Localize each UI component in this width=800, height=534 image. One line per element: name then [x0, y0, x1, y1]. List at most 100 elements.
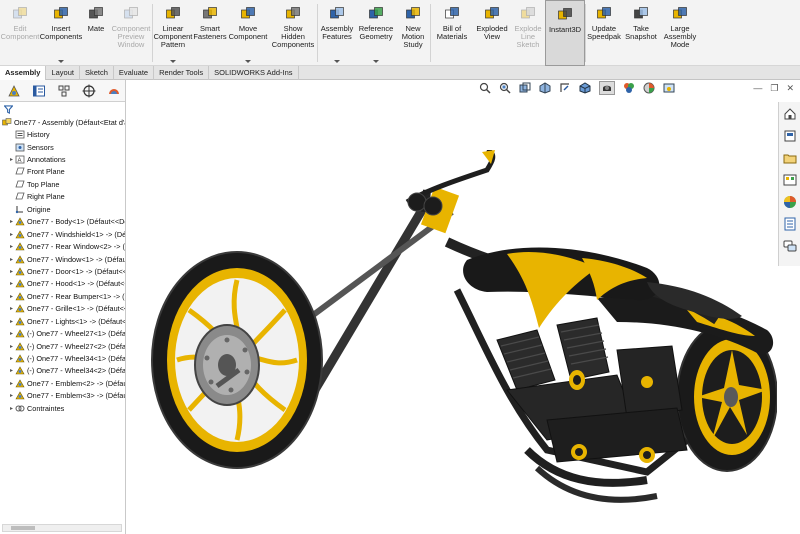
assembly-features-button[interactable]: Assembly Features	[318, 0, 356, 66]
tree-node[interactable]: ▸ Contraintes	[2, 402, 125, 414]
design-library-icon[interactable]	[782, 127, 798, 145]
previous-view-icon[interactable]	[519, 82, 531, 94]
tree-horizontal-scrollbar[interactable]	[2, 524, 122, 532]
tree-node[interactable]: ▸ One77 - Windshield<1> -> (Défaut<<Défa	[2, 228, 125, 240]
view-palette-icon[interactable]	[782, 171, 798, 189]
expand-arrow-icon[interactable]: ▸	[8, 243, 15, 250]
expand-arrow-icon[interactable]: ▸	[8, 318, 15, 325]
tree-node[interactable]: ▸ A Annotations	[2, 153, 125, 165]
file-explorer-icon[interactable]	[782, 149, 798, 167]
display-manager-tab-icon[interactable]	[106, 83, 122, 99]
zoom-to-fit-icon[interactable]	[479, 82, 491, 94]
tree-node[interactable]: Sensors	[2, 141, 125, 153]
expand-arrow-icon[interactable]: ▸	[8, 367, 15, 374]
expand-arrow-icon[interactable]: ▸	[8, 156, 15, 163]
expand-arrow-icon[interactable]: ▸	[8, 380, 15, 387]
expand-arrow-icon[interactable]: ▸	[8, 293, 15, 300]
expand-arrow-icon[interactable]: ▸	[8, 280, 15, 287]
tab-layout[interactable]: Layout	[46, 66, 80, 80]
custom-properties-icon[interactable]	[782, 215, 798, 233]
tree-node[interactable]: ▸ One77 - Rear Bumper<1> -> (Défaut<<	[2, 290, 125, 302]
reference-geometry-button[interactable]: Reference Geometry	[356, 0, 396, 66]
display-style-icon[interactable]	[599, 81, 615, 95]
expand-arrow-icon[interactable]: ▸	[8, 405, 15, 412]
tree-node[interactable]: Right Plane	[2, 191, 125, 203]
expand-arrow-icon[interactable]: ▸	[8, 355, 15, 362]
edit-component-button[interactable]: Edit Component	[0, 0, 40, 66]
show-hidden-button[interactable]: Show Hidden Components	[269, 0, 317, 66]
mate-button[interactable]: Mate	[82, 0, 110, 66]
component-preview-button[interactable]: Component Preview Window	[110, 0, 152, 66]
linear-pattern-button[interactable]: Linear Component Pattern	[153, 0, 193, 66]
appearances-scenes-icon[interactable]	[782, 193, 798, 211]
section-view-icon[interactable]	[539, 82, 551, 94]
tree-filter[interactable]	[0, 102, 125, 116]
filter-icon[interactable]	[4, 104, 13, 114]
tree-node[interactable]: ▸ (-) One77 - Wheel34<1> (Défaut<<Défaut>	[2, 352, 125, 364]
instant3d-button[interactable]: Instant3D	[545, 0, 585, 66]
expand-arrow-icon[interactable]: ▸	[8, 256, 15, 263]
tab-render-tools[interactable]: Render Tools	[154, 66, 210, 80]
tree-node[interactable]: ▸ One77 - Lights<1> -> (Défaut<<Défaut>	[2, 315, 125, 327]
chevron-down-icon[interactable]	[373, 60, 379, 63]
tree-node[interactable]: Front Plane	[2, 166, 125, 178]
tab-assembly[interactable]: Assembly	[0, 66, 47, 80]
expand-arrow-icon[interactable]: ▸	[8, 305, 15, 312]
tree-node[interactable]: Origine	[2, 203, 125, 215]
expand-arrow-icon[interactable]: ▸	[8, 218, 15, 225]
tab-sketch[interactable]: Sketch	[80, 66, 114, 80]
tree-node[interactable]: ▸ (-) One77 - Wheel34<2> (Défaut<<Défaut>	[2, 365, 125, 377]
smart-fasteners-button[interactable]: Smart Fasteners	[193, 0, 227, 66]
expand-arrow-icon[interactable]: ▸	[8, 330, 15, 337]
take-snapshot-button[interactable]: Take Snapshot	[622, 0, 660, 66]
tree-root-assembly[interactable]: One77 - Assembly (Défaut<Etat d'affichag…	[2, 116, 125, 128]
dimxpert-manager-tab-icon[interactable]	[81, 83, 97, 99]
tree-node[interactable]: ▸ (-) One77 - Wheel27<1> (Défaut<<Défaut>	[2, 327, 125, 339]
tab-evaluate[interactable]: Evaluate	[114, 66, 155, 80]
hide-show-items-icon[interactable]	[623, 82, 635, 94]
chevron-down-icon[interactable]	[334, 60, 340, 63]
property-manager-tab-icon[interactable]	[31, 83, 47, 99]
insert-components-button[interactable]: Insert Components	[40, 0, 82, 66]
close-icon[interactable]: ✕	[786, 83, 794, 94]
chevron-down-icon[interactable]	[245, 60, 251, 63]
chevron-down-icon[interactable]	[170, 60, 176, 63]
expand-arrow-icon[interactable]: ▸	[8, 231, 15, 238]
exploded-view-button[interactable]: Exploded View	[473, 0, 511, 66]
tree-node[interactable]: ▸ (-) One77 - Wheel27<2> (Défaut<<Défaut>	[2, 340, 125, 352]
expand-arrow-icon[interactable]: ▸	[8, 343, 15, 350]
bill-of-materials-button[interactable]: Bill of Materials	[431, 0, 473, 66]
tree-node[interactable]: ▸ One77 - Hood<1> -> (Défaut<<Défaut>	[2, 278, 125, 290]
dynamic-annotation-icon[interactable]	[559, 82, 571, 94]
minimize-icon[interactable]: ―	[753, 83, 762, 93]
zoom-to-area-icon[interactable]	[499, 82, 511, 94]
configuration-manager-tab-icon[interactable]	[56, 83, 72, 99]
apply-scene-icon[interactable]	[663, 82, 675, 94]
tree-node[interactable]: ▸ One77 - Window<1> -> (Défaut<<Défaut>	[2, 253, 125, 265]
move-component-button[interactable]: Move Component	[227, 0, 269, 66]
chevron-down-icon[interactable]	[58, 60, 64, 63]
solidworks-forum-icon[interactable]	[782, 237, 798, 255]
explode-line-sketch-button[interactable]: Explode Line Sketch	[511, 0, 545, 66]
tree-node[interactable]: ▸ One77 - Grille<1> -> (Défaut<<Défaut>	[2, 303, 125, 315]
restore-icon[interactable]: ❐	[770, 83, 778, 94]
solidworks-resources-icon[interactable]	[782, 105, 798, 123]
tree-node[interactable]: Top Plane	[2, 178, 125, 190]
view-orientation-icon[interactable]	[579, 82, 591, 94]
tree-node[interactable]: History	[2, 128, 125, 140]
tree-node[interactable]: ▸ One77 - Emblem<3> -> (Défaut<<Défaut>	[2, 390, 125, 402]
new-motion-study-button[interactable]: New Motion Study	[396, 0, 430, 66]
expand-arrow-icon[interactable]: ▸	[8, 268, 15, 275]
feature-manager-tab-icon[interactable]	[6, 83, 22, 99]
tree-node[interactable]: ▸ One77 - Emblem<2> -> (Défaut<<Défaut>	[2, 377, 125, 389]
graphics-area[interactable]: ― ❐ ✕	[127, 80, 800, 534]
large-assembly-mode-button[interactable]: Large Assembly Mode	[660, 0, 700, 66]
scroll-thumb[interactable]	[11, 526, 35, 530]
expand-arrow-icon[interactable]: ▸	[8, 392, 15, 399]
tree-node[interactable]: ▸ One77 - Door<1> -> (Défaut<<Défaut>	[2, 265, 125, 277]
tree-node[interactable]: ▸ One77 - Rear Window<2> -> (Défaut<<Défa	[2, 240, 125, 252]
tree-node[interactable]: ▸ One77 - Body<1> (Défaut<<Défaut>_Etat d…	[2, 216, 125, 228]
edit-appearance-icon[interactable]	[643, 82, 655, 94]
update-speedpak-button[interactable]: Update Speedpak	[586, 0, 622, 66]
motorcycle-3d-model[interactable]	[127, 150, 777, 534]
